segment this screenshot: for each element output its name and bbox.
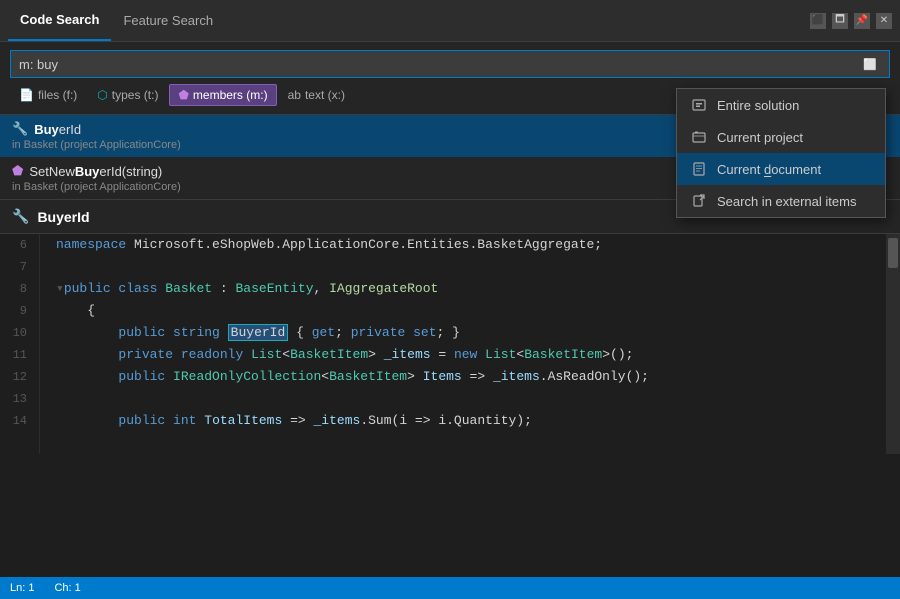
code-area: 🔧 BuyerId 6 7 8 9 10 11 12 13 14 namespa…	[0, 200, 900, 599]
document-icon	[691, 161, 707, 177]
member-icon: ⬟	[12, 163, 23, 179]
search-scope-dropdown[interactable]: ⬜	[859, 58, 881, 71]
search-input[interactable]	[19, 57, 859, 72]
scope-entire-solution[interactable]: Entire solution	[677, 89, 885, 121]
filter-tab-members[interactable]: ⬟ members (m:)	[169, 84, 276, 106]
scrollbar[interactable]	[886, 234, 900, 454]
tab-feature-search[interactable]: Feature Search	[111, 0, 225, 41]
minimize-button[interactable]: ⬛	[810, 13, 826, 29]
files-icon: 📄	[19, 88, 34, 102]
code-line-7	[56, 256, 886, 278]
filter-tab-members-label: members (m:)	[193, 88, 268, 102]
window-controls: ⬛ 🗖 📌 ✕	[810, 13, 892, 29]
filter-tab-text-label: text (x:)	[305, 88, 345, 102]
text-icon: ab	[288, 88, 301, 102]
status-bar: Ln: 1 Ch: 1	[0, 577, 900, 599]
code-content: 6 7 8 9 10 11 12 13 14 namespace Microso…	[0, 234, 886, 454]
filter-tab-types-label: types (t:)	[112, 88, 159, 102]
status-ln: Ln: 1	[10, 582, 34, 594]
code-line-11: private readonly List<BasketItem> _items…	[56, 344, 886, 366]
scope-current-document[interactable]: Current document	[677, 153, 885, 185]
line-numbers: 6 7 8 9 10 11 12 13 14	[0, 234, 40, 454]
code-lines: namespace Microsoft.eShopWeb.Application…	[40, 234, 886, 454]
code-line-8: ▾public class Basket : BaseEntity, IAggr…	[56, 278, 886, 300]
scope-external-items[interactable]: Search in external items	[677, 185, 885, 217]
project-icon	[691, 129, 707, 145]
scope-current-document-label: Current document	[717, 162, 821, 177]
code-line-9: {	[56, 300, 886, 322]
tab-code-search[interactable]: Code Search	[8, 0, 111, 41]
code-line-6: namespace Microsoft.eShopWeb.Application…	[56, 234, 886, 256]
code-header-icon: 🔧	[12, 208, 29, 225]
code-line-14: public int TotalItems => _items.Sum(i =>…	[56, 410, 886, 432]
code-line-10: public string BuyerId { get; private set…	[56, 322, 886, 344]
scrollbar-thumb[interactable]	[888, 238, 898, 268]
pin-button[interactable]: 📌	[854, 13, 870, 29]
title-bar: Code Search Feature Search ⬛ 🗖 📌 ✕	[0, 0, 900, 42]
filter-tab-files[interactable]: 📄 files (f:)	[10, 84, 86, 106]
scope-current-project-label: Current project	[717, 130, 803, 145]
filter-tab-text[interactable]: ab text (x:)	[279, 84, 354, 106]
types-icon: ⬡	[97, 88, 107, 102]
external-icon	[691, 193, 707, 209]
solution-icon	[691, 97, 707, 113]
close-button[interactable]: ✕	[876, 13, 892, 29]
members-icon: ⬟	[178, 88, 188, 102]
scope-entire-solution-label: Entire solution	[717, 98, 799, 113]
search-input-row: ⬜	[10, 50, 890, 78]
wrench-icon: 🔧	[12, 121, 28, 137]
code-header-title: BuyerId	[37, 209, 89, 225]
restore-button[interactable]: 🗖	[832, 13, 848, 29]
scope-current-project[interactable]: Current project	[677, 121, 885, 153]
scope-dropdown-menu: Entire solution Current project Current …	[676, 88, 886, 218]
scope-external-items-label: Search in external items	[717, 194, 856, 209]
status-ch: Ch: 1	[54, 582, 80, 594]
code-with-scroll: 6 7 8 9 10 11 12 13 14 namespace Microso…	[0, 234, 900, 454]
filter-tab-files-label: files (f:)	[38, 88, 77, 102]
filter-tab-types[interactable]: ⬡ types (t:)	[88, 84, 167, 106]
code-line-13	[56, 388, 886, 410]
code-line-12: public IReadOnlyCollection<BasketItem> I…	[56, 366, 886, 388]
